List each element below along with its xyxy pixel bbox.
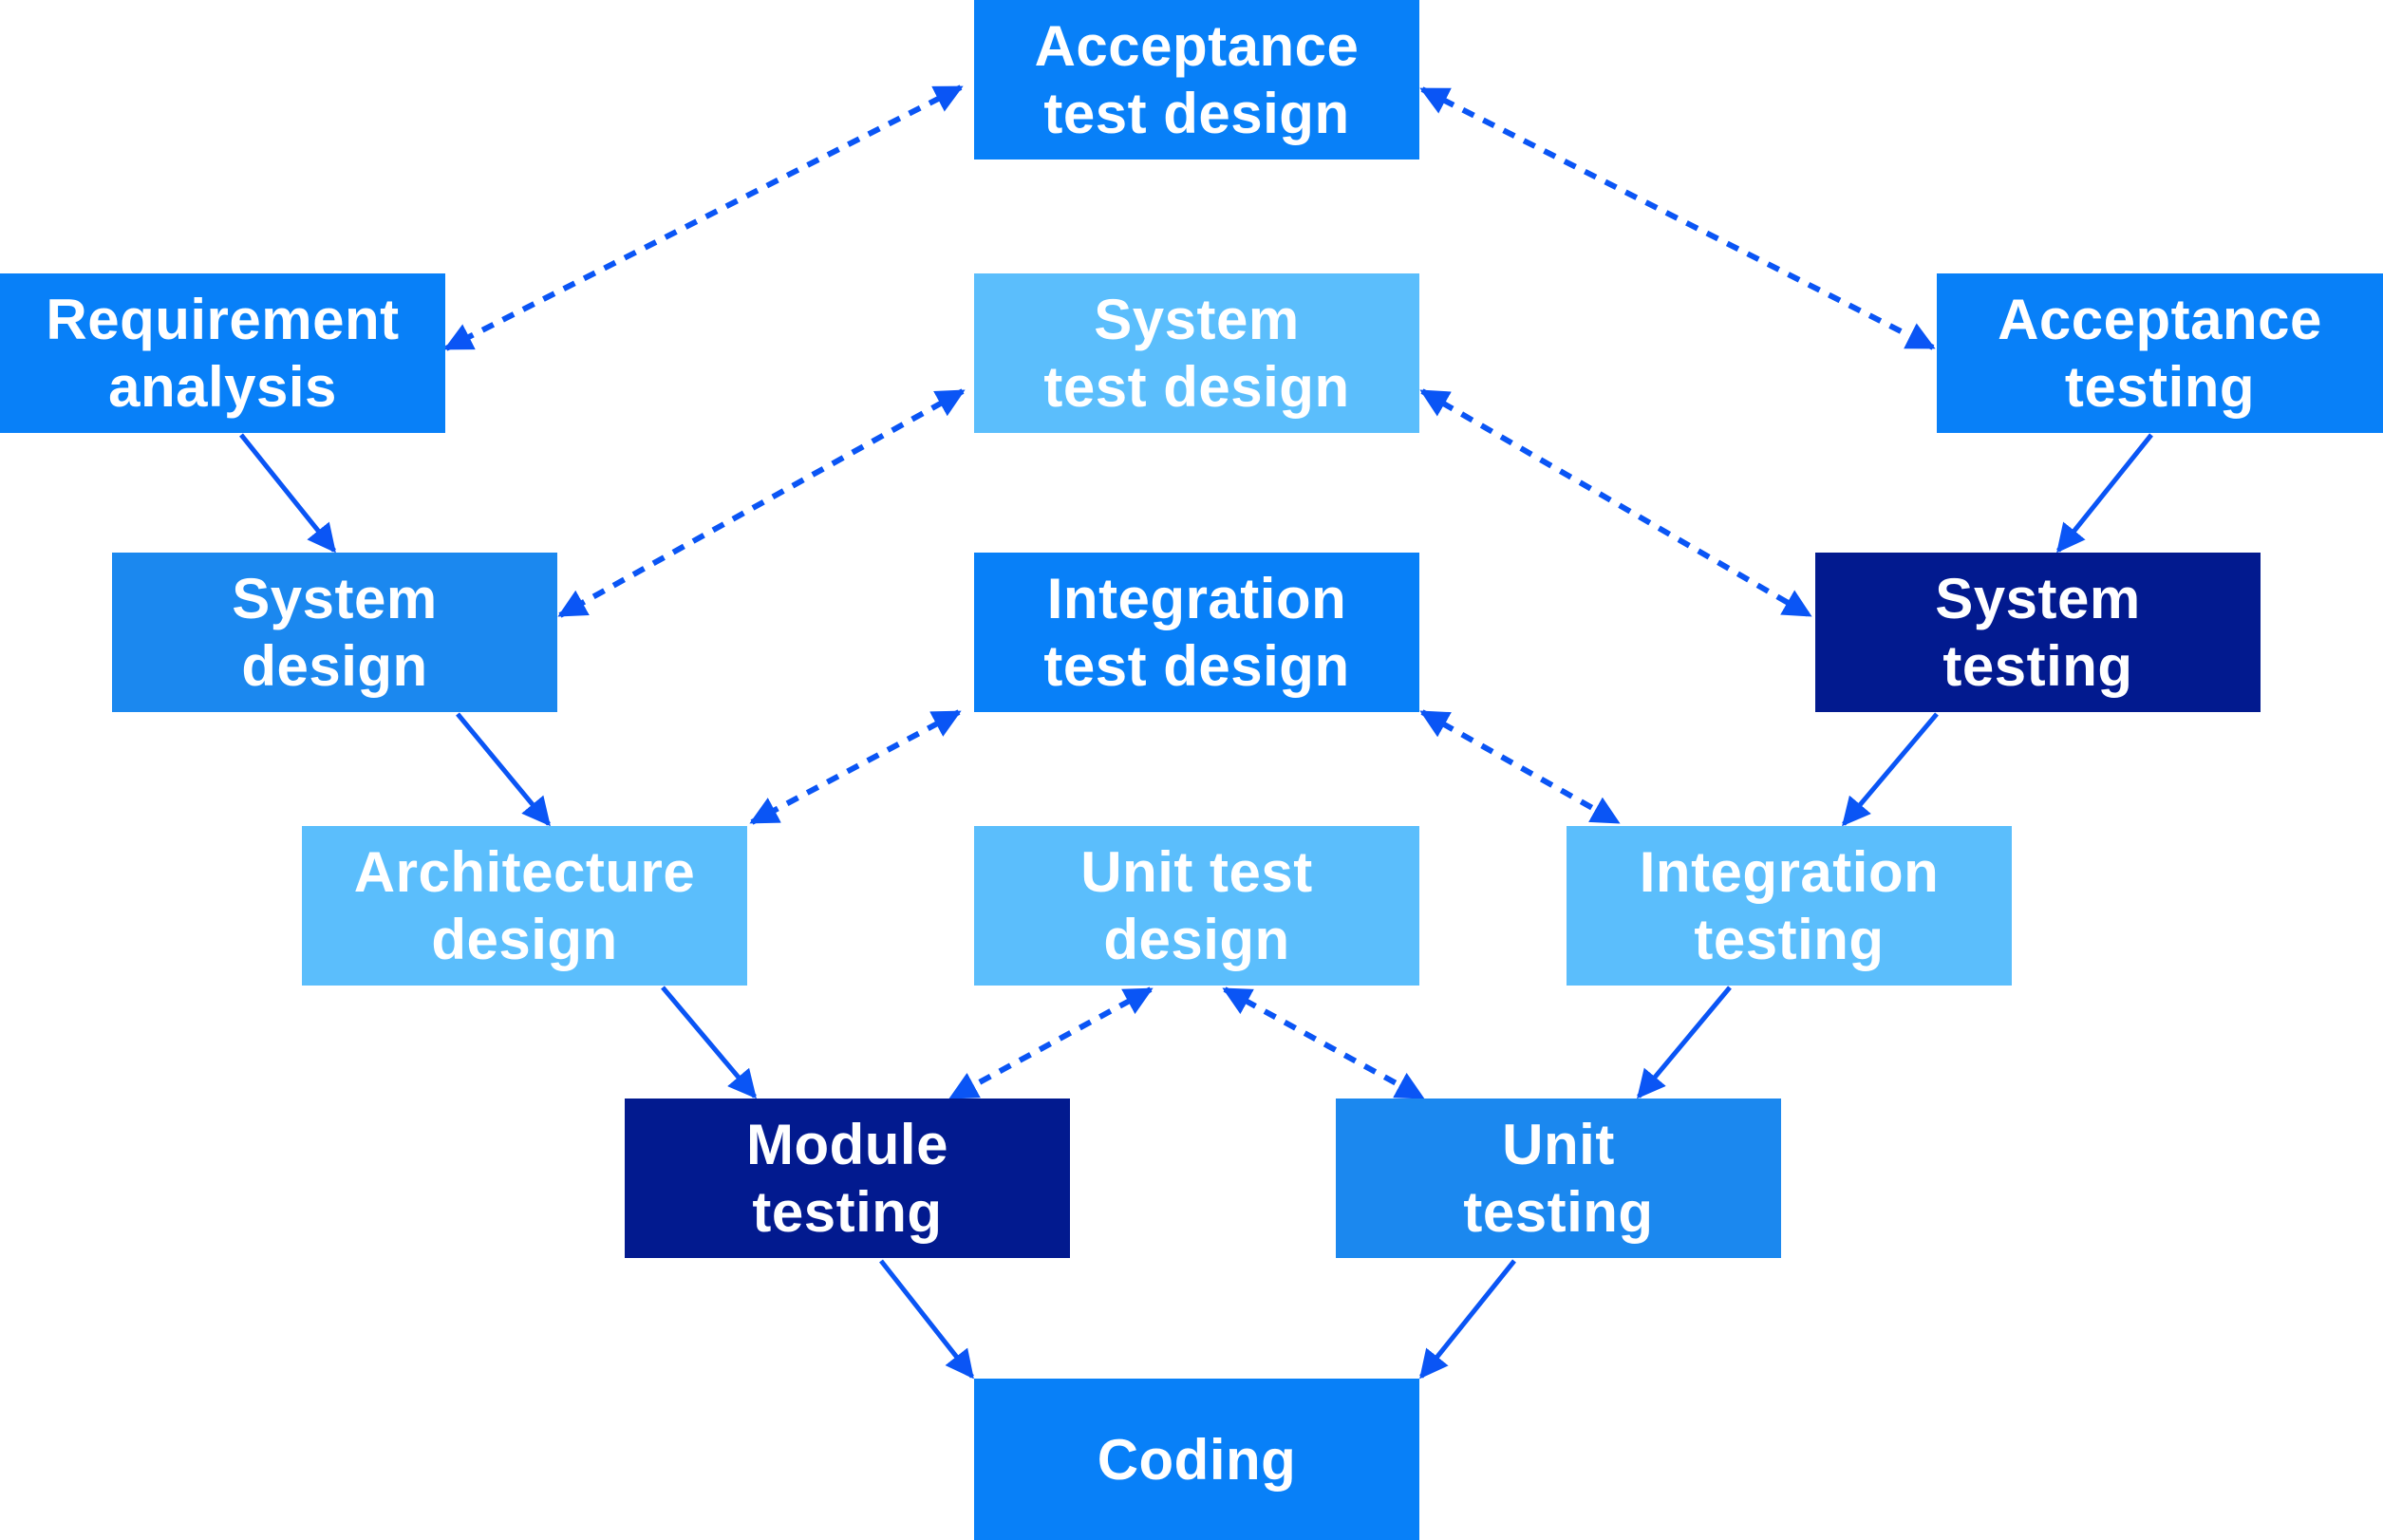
flow-arrow-integration-testing-to-unit-testing	[1637, 986, 1732, 1099]
node-unit-testing: Unit testing	[1336, 1099, 1781, 1258]
node-label-line: testing	[2064, 355, 2256, 419]
node-label-line: testing	[752, 1180, 943, 1244]
node-label-line: Integration	[1639, 840, 1940, 904]
node-label-line: Unit test	[1080, 840, 1313, 904]
node-label-line: design	[1103, 908, 1290, 971]
flow-arrow-architecture-design-to-module-testing	[661, 986, 757, 1099]
node-unit-test-design: Unit test design	[974, 826, 1419, 986]
node-system-design: System design	[112, 553, 557, 712]
node-label-line: Integration	[1046, 567, 1347, 630]
node-label-line: test design	[1043, 634, 1350, 698]
node-system-testing: System testing	[1815, 553, 2261, 712]
node-label-line: testing	[1942, 634, 2133, 698]
node-integration-test-design: Integration test design	[974, 553, 1419, 712]
verification-arrow-unit-test-design-to-module-testing	[948, 986, 1154, 1100]
node-acceptance-test-design: Acceptance test design	[974, 0, 1419, 160]
node-label-line: Architecture	[353, 840, 696, 904]
node-coding: Coding	[974, 1379, 1419, 1540]
verification-arrow-integration-test-design-to-architecture-design	[749, 709, 962, 825]
node-acceptance-testing: Acceptance testing	[1937, 273, 2383, 433]
flow-arrow-unit-testing-to-coding	[1419, 1259, 1516, 1380]
edges-layer	[239, 85, 2153, 1380]
verification-arrow-unit-test-design-to-unit-testing	[1222, 986, 1425, 1100]
verification-arrow-system-test-design-to-system-testing	[1419, 388, 1812, 618]
node-label-line: Unit	[1502, 1113, 1615, 1176]
node-architecture-design: Architecture design	[302, 826, 747, 986]
node-label-line: Acceptance	[1998, 288, 2322, 351]
node-label-line: System	[1935, 567, 2141, 630]
flow-arrow-acceptance-testing-to-system-testing	[2056, 433, 2153, 554]
node-label-line: test design	[1043, 82, 1350, 145]
node-label-line: testing	[1694, 908, 1885, 971]
flow-arrow-system-design-to-architecture-design	[456, 712, 551, 827]
node-integration-testing: Integration testing	[1567, 826, 2012, 986]
verification-arrow-system-test-design-to-system-design	[557, 388, 966, 618]
verification-arrow-acceptance-test-design-to-acceptance-testing	[1419, 86, 1936, 350]
verification-arrow-acceptance-test-design-to-requirement-analysis	[443, 85, 964, 351]
node-label-line: design	[241, 634, 428, 698]
node-label-line: analysis	[108, 355, 337, 419]
node-module-testing: Module testing	[625, 1099, 1070, 1258]
node-label-line: System	[1094, 288, 1300, 351]
node-label-line: System	[232, 567, 438, 630]
v-model-diagram: Acceptance test design Requirement analy…	[0, 0, 2383, 1540]
node-system-test-design: System test design	[974, 273, 1419, 433]
node-label-line: design	[431, 908, 618, 971]
node-label-line: Coding	[1097, 1427, 1297, 1492]
node-label-line: Requirement	[46, 288, 400, 351]
verification-arrow-integration-test-design-to-integration-testing	[1419, 709, 1621, 825]
flow-arrow-requirement-analysis-to-system-design	[239, 433, 336, 554]
node-label-line: Module	[746, 1113, 948, 1176]
node-label-line: testing	[1463, 1180, 1654, 1244]
flow-arrow-system-testing-to-integration-testing	[1842, 712, 1939, 827]
node-requirement-analysis: Requirement analysis	[0, 273, 445, 433]
node-label-line: Acceptance	[1034, 14, 1360, 78]
node-label-line: test design	[1043, 355, 1350, 419]
flow-arrow-module-testing-to-coding	[879, 1259, 974, 1380]
